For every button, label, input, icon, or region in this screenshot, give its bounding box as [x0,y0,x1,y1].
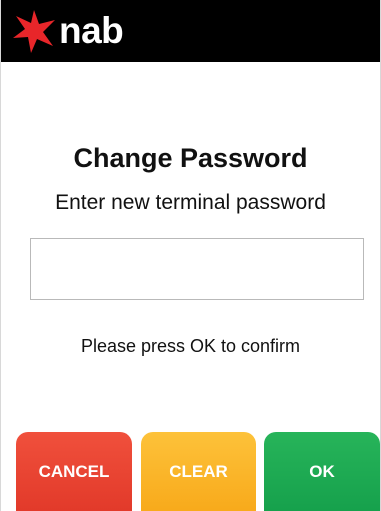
logo-text: nab [59,10,124,51]
terminal-screen: nab Change Password Enter new terminal p… [0,0,381,511]
page-title: Change Password [73,143,308,173]
cancel-button-label: CANCEL [38,461,110,481]
page-subtitle: Enter new terminal password [55,191,326,214]
ok-button[interactable]: OK [264,432,380,511]
clear-button-label: CLEAR [169,461,228,481]
nab-logo: nab [11,8,124,54]
confirm-hint: Please press OK to confirm [80,336,301,356]
cancel-button[interactable]: CANCEL [16,432,132,511]
nab-star-icon [11,8,57,54]
ok-button-label: OK [309,461,335,481]
password-input[interactable] [30,238,364,300]
clear-button[interactable]: CLEAR [141,432,256,511]
header-bar: nab [1,0,380,62]
